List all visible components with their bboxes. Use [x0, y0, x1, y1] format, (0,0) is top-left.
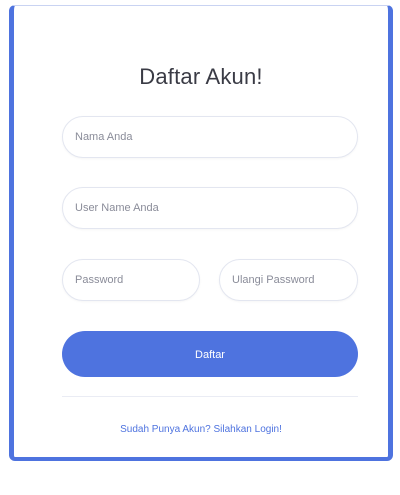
register-card: Daftar Akun! Daftar Sudah Punya Akun? Si… — [9, 5, 393, 461]
password-field — [62, 259, 200, 301]
daftar-button[interactable]: Daftar — [62, 331, 358, 377]
ulangi-password-input[interactable] — [220, 260, 357, 300]
ulangi-password-field — [219, 259, 358, 301]
password-input[interactable] — [63, 260, 199, 300]
login-link[interactable]: Sudah Punya Akun? Silahkan Login! — [14, 424, 388, 435]
username-input[interactable] — [63, 188, 357, 228]
page-background: Daftar Akun! Daftar Sudah Punya Akun? Si… — [0, 0, 400, 495]
username-field — [62, 187, 358, 229]
divider — [62, 396, 358, 397]
nama-field — [62, 116, 358, 158]
page-title: Daftar Akun! — [139, 64, 263, 89]
nama-input[interactable] — [63, 117, 357, 157]
